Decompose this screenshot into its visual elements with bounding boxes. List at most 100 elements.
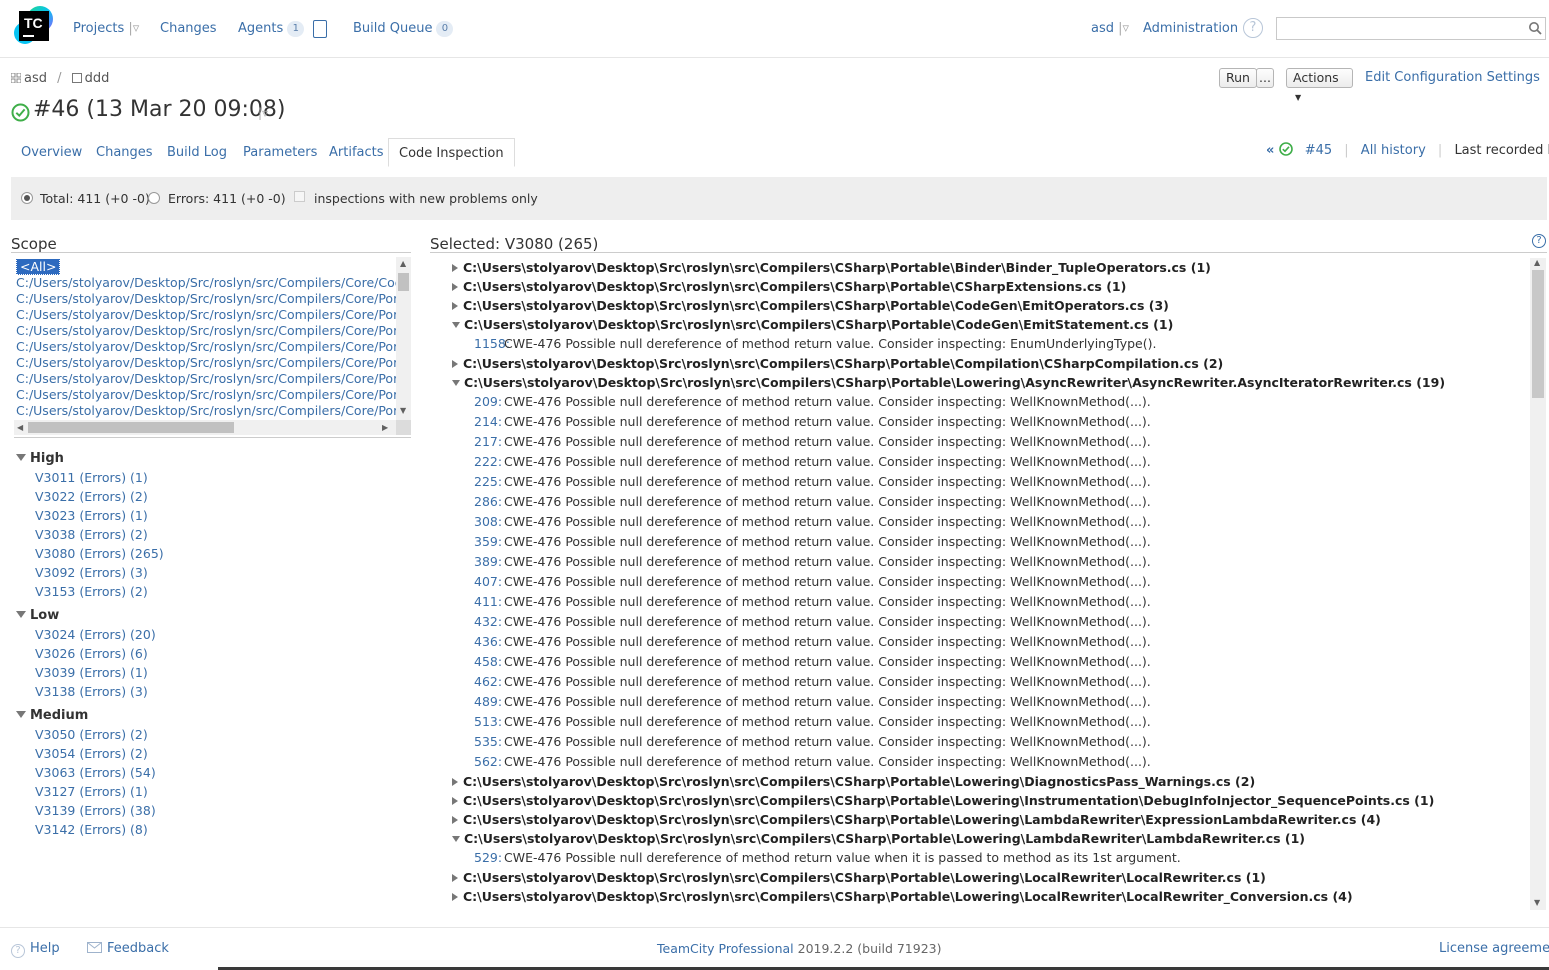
- footer-help-link[interactable]: ? Help: [11, 941, 60, 958]
- collapse-triangle-icon[interactable]: [452, 322, 460, 328]
- inspection-item[interactable]: V3153 (Errors) (2): [35, 584, 148, 599]
- tab-parameters[interactable]: Parameters: [233, 138, 327, 167]
- issue-line-link[interactable]: 222:: [474, 454, 502, 469]
- inspection-item[interactable]: V3011 (Errors) (1): [35, 470, 148, 485]
- actions-button[interactable]: Actions ▼: [1286, 68, 1353, 102]
- inspection-item[interactable]: V3063 (Errors) (54): [35, 765, 156, 780]
- issue-line-link[interactable]: 529:: [474, 850, 502, 865]
- expand-triangle-icon[interactable]: [452, 778, 458, 786]
- scope-horizontal-thumb[interactable]: [28, 422, 234, 433]
- inspection-item[interactable]: V3022 (Errors) (2): [35, 489, 148, 504]
- breadcrumb-config[interactable]: ddd: [85, 71, 110, 86]
- run-button[interactable]: Run: [1219, 68, 1257, 88]
- expand-triangle-icon[interactable]: [452, 264, 458, 272]
- tab-artifacts[interactable]: Artifacts: [319, 138, 394, 167]
- tab-build-log[interactable]: Build Log: [157, 138, 237, 167]
- run-options-button[interactable]: ...: [1256, 68, 1274, 88]
- inspection-item[interactable]: V3039 (Errors) (1): [35, 665, 148, 680]
- search-icon[interactable]: [1528, 21, 1542, 35]
- scope-item-all[interactable]: <All>: [16, 259, 396, 275]
- scope-item[interactable]: C:/Users/stolyarov/Desktop/Src/roslyn/sr…: [16, 403, 396, 419]
- scope-item[interactable]: C:/Users/stolyarov/Desktop/Src/roslyn/sr…: [16, 387, 396, 403]
- severity-group-high[interactable]: High: [16, 451, 64, 466]
- results-vertical-thumb[interactable]: [1532, 270, 1544, 398]
- build-title-dropdown-icon[interactable]: |▿: [258, 106, 268, 120]
- scroll-left-icon[interactable]: ◀: [17, 423, 23, 432]
- scope-item[interactable]: C:/Users/stolyarov/Desktop/Src/roslyn/sr…: [16, 323, 396, 339]
- file-row[interactable]: C:\Users\stolyarov\Desktop\Src\roslyn\sr…: [452, 279, 1126, 294]
- issue-line-link[interactable]: 535:: [474, 734, 502, 749]
- collapse-triangle-icon[interactable]: [452, 380, 460, 386]
- projects-dropdown-icon[interactable]: |▿: [128, 21, 139, 36]
- user-menu[interactable]: asd |▿: [1091, 21, 1129, 39]
- issue-line-link[interactable]: 1158:: [474, 336, 510, 351]
- scope-vertical-scrollbar[interactable]: ▲ ▼: [396, 257, 411, 420]
- nav-changes[interactable]: Changes: [160, 21, 217, 39]
- inspection-item[interactable]: V3050 (Errors) (2): [35, 727, 148, 742]
- issue-line-link[interactable]: 286:: [474, 494, 502, 509]
- inspection-item[interactable]: V3054 (Errors) (2): [35, 746, 148, 761]
- issue-line-link[interactable]: 562:: [474, 754, 502, 769]
- file-row[interactable]: C:\Users\stolyarov\Desktop\Src\roslyn\sr…: [452, 774, 1255, 789]
- nav-projects[interactable]: Projects |▿: [73, 21, 139, 39]
- expand-triangle-icon[interactable]: [452, 816, 458, 824]
- inspection-item[interactable]: V3026 (Errors) (6): [35, 646, 148, 661]
- scope-item[interactable]: C:/Users/stolyarov/Desktop/Src/roslyn/sr…: [16, 307, 396, 323]
- issue-line-link[interactable]: 225:: [474, 474, 502, 489]
- results-scroll-down-icon[interactable]: ▼: [1534, 898, 1540, 907]
- breadcrumb-project[interactable]: asd: [24, 71, 47, 86]
- tab-overview[interactable]: Overview: [11, 138, 92, 167]
- expand-triangle-icon[interactable]: [452, 893, 458, 901]
- expand-triangle-icon[interactable]: [452, 283, 458, 291]
- severity-group-medium[interactable]: Medium: [16, 708, 88, 723]
- prev-build-link[interactable]: #45: [1305, 143, 1332, 158]
- issue-line-link[interactable]: 359:: [474, 534, 502, 549]
- help-icon[interactable]: ?: [1243, 18, 1263, 38]
- results-scroll-up-icon[interactable]: ▲: [1534, 258, 1540, 267]
- scope-item[interactable]: C:/Users/stolyarov/Desktop/Src/roslyn/sr…: [16, 339, 396, 355]
- file-row[interactable]: C:\Users\stolyarov\Desktop\Src\roslyn\sr…: [452, 870, 1266, 885]
- issue-line-link[interactable]: 308:: [474, 514, 502, 529]
- inspection-item[interactable]: V3092 (Errors) (3): [35, 565, 148, 580]
- all-history-link[interactable]: All history: [1361, 143, 1426, 158]
- issue-line-link[interactable]: 513:: [474, 714, 502, 729]
- issue-line-link[interactable]: 489:: [474, 694, 502, 709]
- issue-line-link[interactable]: 407:: [474, 574, 502, 589]
- product-link[interactable]: TeamCity Professional: [657, 941, 794, 956]
- total-radio[interactable]: [21, 192, 33, 204]
- scroll-right-icon[interactable]: ▶: [382, 423, 388, 432]
- scope-vertical-thumb[interactable]: [398, 273, 409, 291]
- issue-line-link[interactable]: 411:: [474, 594, 502, 609]
- errors-radio[interactable]: [148, 192, 160, 204]
- issue-line-link[interactable]: 462:: [474, 674, 502, 689]
- inspection-help-icon[interactable]: ?: [1532, 234, 1546, 248]
- scroll-down-icon[interactable]: ▼: [400, 406, 406, 415]
- inspection-item[interactable]: V3142 (Errors) (8): [35, 822, 148, 837]
- nav-administration[interactable]: Administration: [1143, 21, 1238, 39]
- issue-line-link[interactable]: 432:: [474, 614, 502, 629]
- file-row[interactable]: C:\Users\stolyarov\Desktop\Src\roslyn\sr…: [452, 793, 1434, 808]
- collapse-triangle-icon[interactable]: [452, 836, 460, 842]
- inspection-item[interactable]: V3138 (Errors) (3): [35, 684, 148, 699]
- issue-line-link[interactable]: 436:: [474, 634, 502, 649]
- expand-triangle-icon[interactable]: [452, 360, 458, 368]
- expand-triangle-icon[interactable]: [16, 454, 26, 461]
- agent-status-icon[interactable]: [313, 20, 327, 38]
- search-input[interactable]: [1276, 17, 1546, 40]
- edit-configuration-link[interactable]: Edit Configuration Settings |▿: [1365, 70, 1549, 85]
- inspection-item[interactable]: V3023 (Errors) (1): [35, 508, 148, 523]
- scope-horizontal-scrollbar[interactable]: ◀ ▶: [14, 420, 396, 435]
- file-row[interactable]: C:\Users\stolyarov\Desktop\Src\roslyn\sr…: [452, 812, 1381, 827]
- inspection-item[interactable]: V3139 (Errors) (38): [35, 803, 156, 818]
- scope-item[interactable]: C:/Users/stolyarov/Desktop/Src/roslyn/sr…: [16, 275, 396, 291]
- issue-line-link[interactable]: 389:: [474, 554, 502, 569]
- tab-changes[interactable]: Changes: [86, 138, 163, 167]
- results-vertical-scrollbar[interactable]: ▲ ▼: [1530, 258, 1546, 910]
- scope-item[interactable]: C:/Users/stolyarov/Desktop/Src/roslyn/sr…: [16, 371, 396, 387]
- file-row[interactable]: C:\Users\stolyarov\Desktop\Src\roslyn\sr…: [452, 889, 1353, 904]
- expand-triangle-icon[interactable]: [16, 711, 26, 718]
- file-row[interactable]: C:\Users\stolyarov\Desktop\Src\roslyn\sr…: [452, 375, 1445, 390]
- issue-line-link[interactable]: 217:: [474, 434, 502, 449]
- prev-build-icon[interactable]: «: [1266, 143, 1274, 158]
- inspection-item[interactable]: V3127 (Errors) (1): [35, 784, 148, 799]
